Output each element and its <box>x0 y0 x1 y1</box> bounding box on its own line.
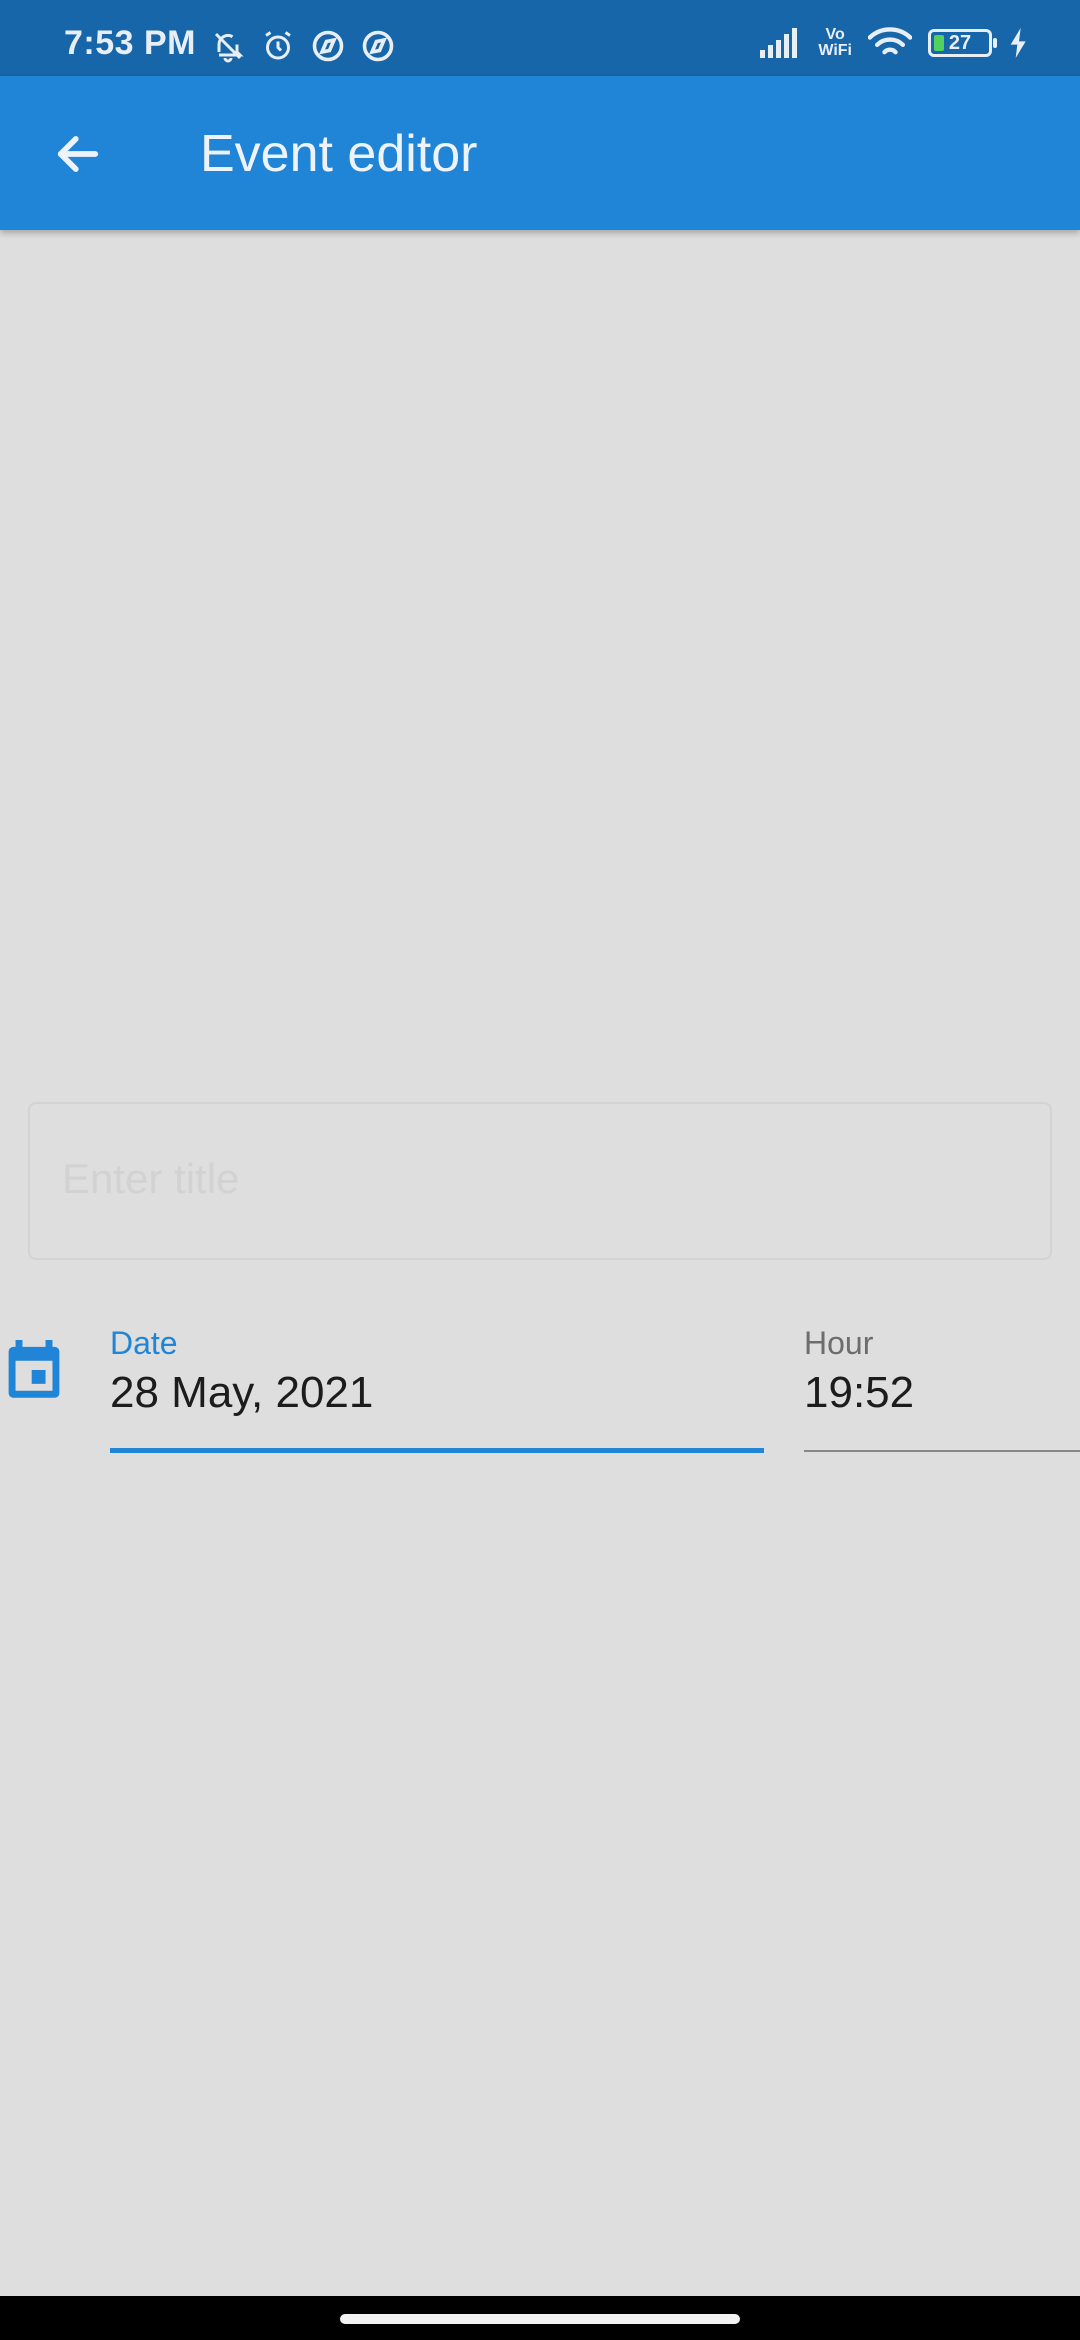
battery-level-fill <box>934 35 944 51</box>
compass-icon <box>362 30 394 62</box>
hour-field[interactable]: Hour 19:52 <box>804 1320 1080 1456</box>
battery-icon: 27 <box>928 29 997 57</box>
status-left-icons <box>210 28 396 64</box>
compass-icon <box>312 30 344 62</box>
date-field[interactable]: Date 28 May, 2021 <box>110 1320 764 1456</box>
signal-icon <box>760 28 798 58</box>
bell-off-icon <box>214 32 244 63</box>
home-indicator[interactable] <box>340 2314 740 2324</box>
date-underline <box>110 1448 764 1453</box>
status-time: 7:53 PM <box>64 24 196 62</box>
status-bar: 7:53 PM Vo WiFi 27 <box>0 0 1080 76</box>
battery-cap <box>993 38 997 48</box>
hour-value: 19:52 <box>804 1368 915 1417</box>
status-right-icons: Vo WiFi 27 <box>760 26 1030 60</box>
page-title: Event editor <box>200 125 478 183</box>
calendar-icon <box>8 1340 60 1398</box>
app-bar: Event editor <box>0 76 1080 230</box>
wifi-label: WiFi <box>818 42 852 59</box>
title-input-container <box>28 1102 1052 1260</box>
vowifi-indicator: Vo WiFi <box>818 27 852 59</box>
vo-label: Vo <box>825 26 845 43</box>
date-value: 28 May, 2021 <box>110 1368 374 1417</box>
title-input[interactable] <box>60 1154 1014 1204</box>
back-button[interactable] <box>40 116 116 192</box>
wifi-icon <box>868 27 912 55</box>
charging-icon <box>1010 28 1026 58</box>
battery-level: 27 <box>948 31 972 54</box>
date-label: Date <box>110 1325 178 1361</box>
hour-underline <box>804 1450 1080 1452</box>
arrow-left-icon <box>57 136 99 172</box>
hour-label: Hour <box>804 1325 874 1361</box>
alarm-icon <box>265 31 291 60</box>
